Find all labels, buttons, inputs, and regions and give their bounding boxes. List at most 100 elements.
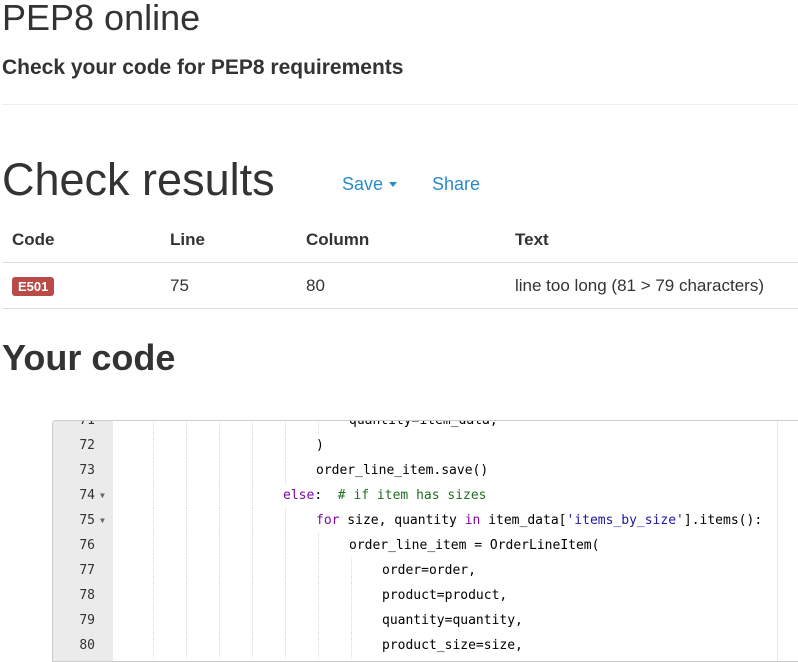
indent-guide (252, 583, 253, 608)
code-text: ) (316, 433, 324, 458)
code-token: : (314, 488, 338, 503)
code-section-title: Your code (2, 337, 176, 378)
indent-guide (285, 583, 286, 608)
results-title: Check results (2, 154, 275, 205)
page-subtitle: Check your code for PEP8 requirements (2, 56, 404, 79)
code-token: ].items(): (683, 513, 763, 528)
code-token: size, quantity (339, 513, 465, 528)
indent-guide (318, 608, 319, 633)
line-number: 77 (79, 563, 95, 578)
code-line[interactable]: 71 quantity=item_data, (53, 420, 798, 433)
code-line[interactable]: 79 quantity=quantity, (53, 608, 798, 633)
code-token: for (316, 513, 340, 528)
code-token: else (283, 488, 315, 503)
indent-guide (285, 508, 286, 533)
code-text: product=product, (382, 583, 507, 608)
indent-guide (186, 508, 187, 533)
line-number: 73 (79, 463, 95, 478)
code-token: product_size=size, (382, 638, 523, 653)
code-line[interactable]: 72) (53, 433, 798, 458)
indent-guide (285, 558, 286, 583)
indent-guide (285, 433, 286, 458)
header-divider (2, 104, 798, 105)
indent-guide (153, 608, 154, 633)
indent-guide (219, 558, 220, 583)
indent-guide (219, 533, 220, 558)
code-line[interactable]: 77 order=order, (53, 558, 798, 583)
line-number: 78 (79, 588, 95, 603)
code-token: item_data[ (480, 513, 567, 528)
indent-guide (252, 483, 253, 508)
indent-guide (252, 421, 253, 433)
code-text: order=order, (382, 558, 476, 583)
indent-guide (252, 508, 253, 533)
fold-arrow-icon[interactable]: ▼ (100, 508, 105, 533)
table-row: E501 75 80 line too long (81 > 79 charac… (2, 262, 798, 309)
line-number: 79 (79, 613, 95, 628)
line-number: 76 (79, 538, 95, 553)
indent-guide (153, 558, 154, 583)
indent-guide (219, 433, 220, 458)
indent-guide (351, 558, 352, 583)
cell-line: 75 (160, 262, 296, 309)
indent-guide (351, 608, 352, 633)
code-text: order_line_item = OrderLineItem( (349, 533, 599, 558)
indent-guide (186, 533, 187, 558)
code-line[interactable]: 78 product=product, (53, 583, 798, 608)
indent-guide (252, 608, 253, 633)
indent-guide (219, 458, 220, 483)
code-line[interactable]: 80 product_size=size, (53, 633, 798, 658)
code-lines: 71 quantity=item_data, 72) 73 order_line_ite… (53, 420, 798, 658)
line-number: 72 (79, 438, 95, 453)
indent-guide (219, 583, 220, 608)
indent-guide (318, 633, 319, 658)
line-number: 75 (79, 513, 95, 528)
column-header-line: Line (160, 218, 296, 263)
save-label: Save (342, 174, 384, 194)
indent-guide (153, 433, 154, 458)
indent-guide (153, 483, 154, 508)
code-text: order_line_item.save() (316, 458, 488, 483)
save-dropdown-button[interactable]: Save (342, 173, 398, 195)
indent-guide (186, 421, 187, 433)
indent-guide (285, 633, 286, 658)
indent-guide (285, 421, 286, 433)
code-token: ) (316, 438, 324, 453)
column-header-column: Column (296, 218, 505, 263)
share-link[interactable]: Share (432, 173, 480, 195)
code-line[interactable]: 73 order_line_item.save() (53, 458, 798, 483)
code-text: quantity=quantity, (382, 608, 523, 633)
indent-guide (219, 421, 220, 433)
results-header-row: Code Line Column Text (2, 218, 798, 263)
code-editor[interactable]: 71 quantity=item_data, 72) 73 order_line_ite… (52, 420, 798, 662)
indent-guide (219, 633, 220, 658)
indent-guide (252, 458, 253, 483)
indent-guide (318, 533, 319, 558)
code-line[interactable]: 74 ▼ else: # if item has sizes (53, 483, 798, 508)
indent-guide (318, 421, 319, 433)
indent-guide (351, 633, 352, 658)
fold-arrow-icon[interactable]: ▼ (100, 483, 105, 508)
code-text: else: # if item has sizes (283, 483, 487, 508)
code-text: for size, quantity in item_data['items_b… (316, 508, 762, 533)
code-line[interactable]: 76 order_line_item = OrderLineItem( (53, 533, 798, 558)
indent-guide (186, 583, 187, 608)
indent-guide (186, 433, 187, 458)
code-token: order=order, (382, 563, 476, 578)
indent-guide (186, 633, 187, 658)
cell-column: 80 (296, 262, 505, 309)
indent-guide (153, 421, 154, 433)
indent-guide (351, 583, 352, 608)
code-line[interactable]: 75 ▼ for size, quantity in item_data['item… (53, 508, 798, 533)
code-token: quantity=item_data, (349, 420, 498, 428)
indent-guide (252, 433, 253, 458)
line-number: 80 (79, 638, 95, 653)
cell-code: E501 (2, 262, 160, 309)
code-token: order_line_item = OrderLineItem( (349, 538, 600, 553)
code-token: product=product, (382, 588, 508, 603)
indent-guide (153, 583, 154, 608)
indent-guide (186, 483, 187, 508)
code-token: order_line_item.save() (316, 463, 489, 478)
indent-guide (252, 558, 253, 583)
code-token: # if item has sizes (337, 488, 487, 503)
